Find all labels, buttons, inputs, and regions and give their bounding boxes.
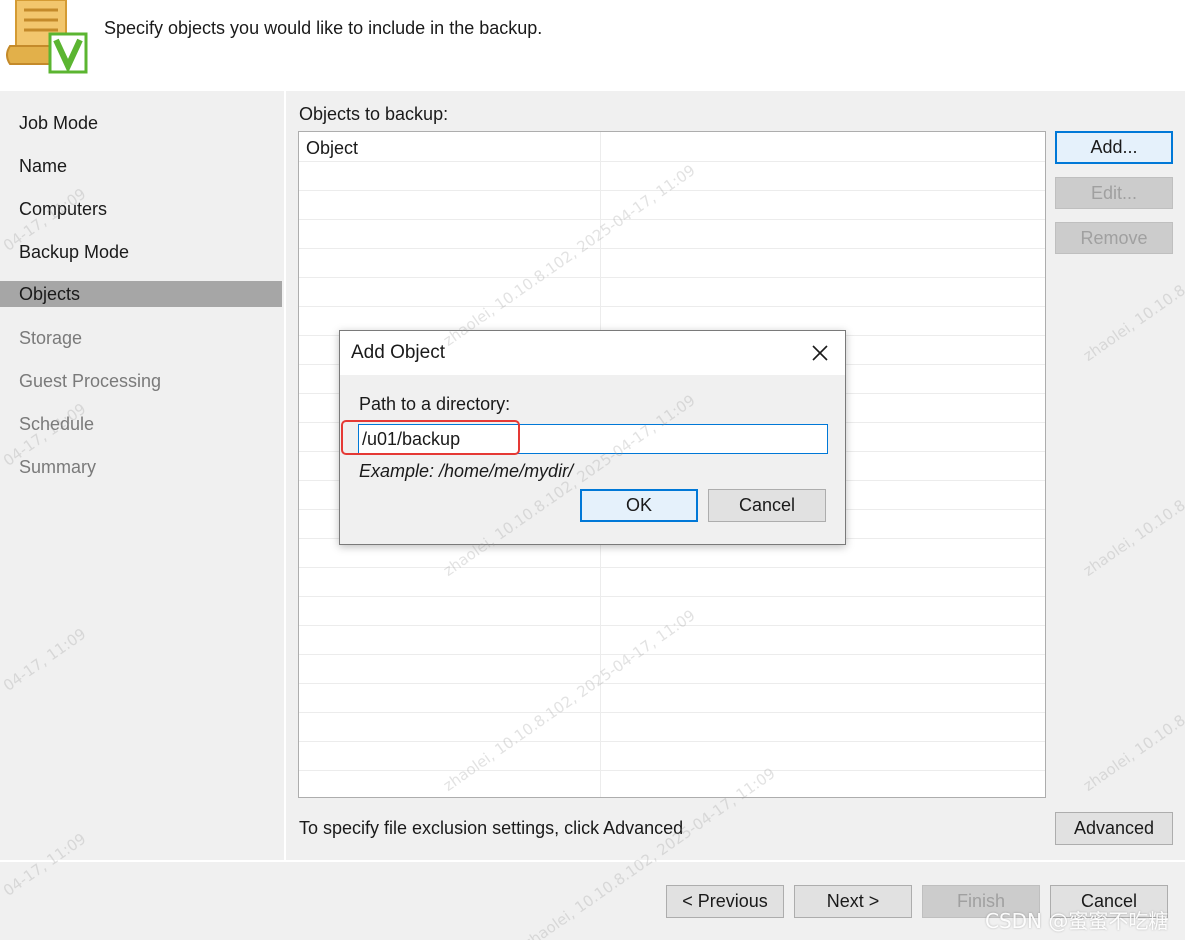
edit-button: Edit... <box>1055 177 1173 209</box>
grid-row <box>299 712 1045 713</box>
dialog-titlebar: Add Object <box>340 331 845 375</box>
close-icon[interactable] <box>808 341 832 365</box>
step-computers[interactable]: Computers <box>0 196 282 222</box>
path-input[interactable] <box>358 424 828 454</box>
grid-row <box>299 625 1045 626</box>
remove-button: Remove <box>1055 222 1173 254</box>
grid-row <box>299 741 1045 742</box>
path-example: Example: /home/me/mydir/ <box>359 461 574 481</box>
add-object-dialog: Add Object Path to a directory: Example:… <box>339 330 846 545</box>
objects-to-backup-label: Objects to backup: <box>299 104 449 124</box>
step-summary: Summary <box>19 457 97 477</box>
grid-row <box>299 190 1045 191</box>
advanced-button[interactable]: Advanced <box>1055 812 1173 845</box>
next-button[interactable]: Next > <box>794 885 912 918</box>
grid-row <box>299 770 1045 771</box>
dialog-cancel-button[interactable]: Cancel <box>708 489 826 522</box>
grid-header-object[interactable]: Object <box>306 138 358 159</box>
step-name[interactable]: Name <box>0 153 282 179</box>
grid-row <box>299 654 1045 655</box>
step-objects[interactable]: Objects <box>0 281 282 307</box>
grid-row <box>299 567 1045 568</box>
grid-row <box>299 277 1045 278</box>
dialog-title: Add Object <box>351 342 445 363</box>
previous-button[interactable]: < Previous <box>666 885 784 918</box>
step-backup-mode[interactable]: Backup Mode <box>0 239 282 265</box>
scroll-checkmark-icon <box>6 0 88 74</box>
add-button[interactable]: Add... <box>1055 131 1173 164</box>
grid-row <box>299 306 1045 307</box>
grid-row <box>299 219 1045 220</box>
wizard-header: Specify objects you would like to includ… <box>0 0 1185 91</box>
path-label: Path to a directory: <box>359 394 511 414</box>
wizard-steps-sidebar: Job Mode Name Computers Backup Mode Obje… <box>0 91 284 860</box>
grid-row <box>299 161 1045 162</box>
grid-row <box>299 596 1045 597</box>
grid-row <box>299 683 1045 684</box>
grid-row <box>299 248 1045 249</box>
header-subtitle: Specify objects you would like to includ… <box>104 18 543 38</box>
csdn-watermark: CSDN @蜜蜜不吃糖 <box>985 909 1169 933</box>
step-guest-processing: Guest Processing <box>19 371 162 391</box>
step-storage: Storage <box>19 328 83 348</box>
step-job-mode[interactable]: Job Mode <box>0 110 282 136</box>
exclusion-hint: To specify file exclusion settings, clic… <box>299 818 684 838</box>
step-schedule: Schedule <box>19 414 95 434</box>
ok-button[interactable]: OK <box>580 489 698 522</box>
